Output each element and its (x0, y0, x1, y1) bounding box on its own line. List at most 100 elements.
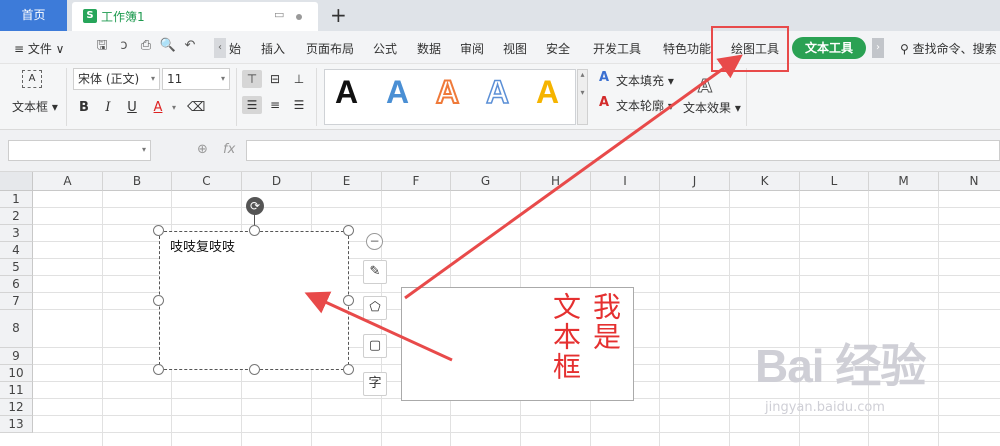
column-header[interactable]: F (382, 172, 451, 191)
zoom-icon[interactable]: ⊕ (197, 142, 208, 157)
row-header[interactable]: 10 (0, 365, 33, 382)
column-header[interactable]: C (172, 172, 242, 191)
menu-scroll-left-icon[interactable]: ‹ (214, 38, 226, 58)
align-left-icon[interactable]: ☰ (242, 96, 262, 114)
row-header[interactable]: 13 (0, 416, 33, 433)
column-header[interactable]: G (451, 172, 521, 191)
menu-scroll-right-icon[interactable]: › (872, 38, 884, 58)
row-header[interactable]: 1 (0, 191, 33, 208)
style-orange-outline[interactable]: A (435, 73, 460, 111)
textbox-selected[interactable]: 吱吱复吱吱 (159, 231, 349, 370)
command-search[interactable]: ⚲ 查找命令、搜索 (900, 40, 997, 57)
name-box[interactable]: ▾ (8, 140, 151, 161)
style-black-fill[interactable]: A (335, 74, 358, 111)
row-header[interactable]: 7 (0, 293, 33, 310)
format-painter-icon[interactable]: ↄ (115, 37, 133, 55)
font-color-button[interactable]: A (150, 99, 166, 117)
gallery-scroll[interactable]: ▴ ▾ (577, 69, 588, 125)
row-header[interactable]: 8 (0, 310, 33, 348)
menu-tab-view[interactable]: 视图 (503, 40, 527, 57)
column-header[interactable]: K (730, 172, 800, 191)
gridline-horizontal (33, 432, 1000, 433)
fill-color-icon[interactable]: ⬠ (363, 296, 387, 320)
column-header[interactable]: E (312, 172, 382, 191)
select-all-corner[interactable] (0, 172, 33, 191)
style-blue-fill[interactable]: A (386, 74, 409, 111)
resize-handle[interactable] (249, 225, 260, 236)
style-blue-outline[interactable]: A (485, 73, 510, 111)
textbox-content[interactable]: 吱吱复吱吱 (170, 236, 235, 255)
save-icon[interactable]: 🖫 (93, 37, 111, 55)
row-header[interactable]: 6 (0, 276, 33, 293)
tab-workbook[interactable]: S 工作簿1 ▭ (72, 2, 318, 31)
row-header[interactable]: 3 (0, 225, 33, 242)
outline-icon[interactable]: ▢ (363, 334, 387, 358)
column-header[interactable]: L (800, 172, 869, 191)
column-header[interactable]: M (869, 172, 939, 191)
row-header[interactable]: 5 (0, 259, 33, 276)
font-size-select[interactable]: 11 ▾ (162, 68, 230, 90)
column-header[interactable]: H (521, 172, 591, 191)
text-effect-button[interactable]: 文本效果 ▾ (683, 99, 741, 116)
column-header[interactable]: A (33, 172, 103, 191)
fx-icon[interactable]: fx (223, 142, 235, 157)
eraser-icon[interactable]: ⌫ (187, 99, 205, 117)
menu-tab-data[interactable]: 数据 (417, 40, 441, 57)
menu-tab-insert[interactable]: 插入 (261, 40, 285, 57)
menu-tab-developer[interactable]: 开发工具 (593, 40, 641, 57)
resize-handle[interactable] (153, 364, 164, 375)
row-header[interactable]: 9 (0, 348, 33, 365)
row-header[interactable]: 12 (0, 399, 33, 416)
menu-tab-page-layout[interactable]: 页面布局 (306, 40, 354, 57)
underline-button[interactable]: U (124, 99, 140, 117)
bold-button[interactable]: B (76, 99, 92, 117)
row-header[interactable]: 11 (0, 382, 33, 399)
column-header[interactable]: B (103, 172, 172, 191)
italic-button[interactable]: I (100, 99, 116, 117)
align-right-icon[interactable]: ☰ (289, 96, 309, 114)
resize-handle[interactable] (343, 295, 354, 306)
file-menu[interactable]: ≡ 文件 ∨ (14, 40, 64, 57)
align-middle-icon[interactable]: ⊟ (265, 70, 285, 88)
column-header[interactable]: I (591, 172, 660, 191)
undo-icon[interactable]: ↶ (181, 37, 199, 55)
vertical-textbox[interactable]: 我是 文本框 (401, 287, 634, 401)
style-gold-fill[interactable]: A (536, 74, 559, 111)
text-outline-button[interactable]: 文本轮廓 ▾ (616, 97, 674, 114)
align-bottom-icon[interactable]: ⊥ (289, 70, 309, 88)
new-tab-button[interactable]: + (330, 3, 347, 27)
row-header[interactable]: 4 (0, 242, 33, 259)
row-header[interactable]: 2 (0, 208, 33, 225)
text-wrap-icon[interactable]: 字 (363, 372, 387, 396)
menu-tab-text-tools[interactable]: 文本工具 (792, 37, 866, 59)
textbox-icon[interactable]: A (22, 70, 42, 88)
align-top-icon[interactable]: ⊤ (242, 70, 262, 88)
tab-home[interactable]: 首页 (0, 0, 67, 31)
collapse-icon[interactable]: − (366, 233, 383, 250)
align-center-icon[interactable]: ≡ (265, 96, 285, 114)
resize-handle[interactable] (153, 225, 164, 236)
print-preview-icon[interactable]: 🔍 (159, 37, 177, 55)
column-header[interactable]: J (660, 172, 730, 191)
resize-handle[interactable] (153, 295, 164, 306)
menu-tab-security[interactable]: 安全 (546, 40, 570, 57)
resize-handle[interactable] (343, 225, 354, 236)
menu-tab-start[interactable]: 始 (229, 40, 241, 57)
resize-handle[interactable] (343, 364, 354, 375)
resize-handle[interactable] (249, 364, 260, 375)
monitor-icon[interactable]: ▭ (274, 8, 284, 21)
column-header[interactable]: D (242, 172, 312, 191)
rotate-handle-icon[interactable]: ⟳ (246, 197, 264, 215)
text-fill-button[interactable]: 文本填充 ▾ (616, 72, 674, 89)
unsaved-dot-icon[interactable] (296, 14, 302, 20)
shape-style-icon[interactable]: ✎ (363, 260, 387, 284)
formula-input[interactable] (246, 140, 1000, 161)
menu-tab-formula[interactable]: 公式 (373, 40, 397, 57)
textbox-button[interactable]: 文本框 ▾ (12, 98, 58, 115)
chevron-down-icon[interactable]: ▾ (166, 99, 182, 117)
column-header[interactable]: N (939, 172, 1000, 191)
print-icon[interactable]: ⎙ (137, 37, 155, 55)
menu-tab-special[interactable]: 特色功能 (663, 40, 711, 57)
font-name-select[interactable]: 宋体 (正文) ▾ (73, 68, 160, 90)
menu-tab-review[interactable]: 审阅 (460, 40, 484, 57)
